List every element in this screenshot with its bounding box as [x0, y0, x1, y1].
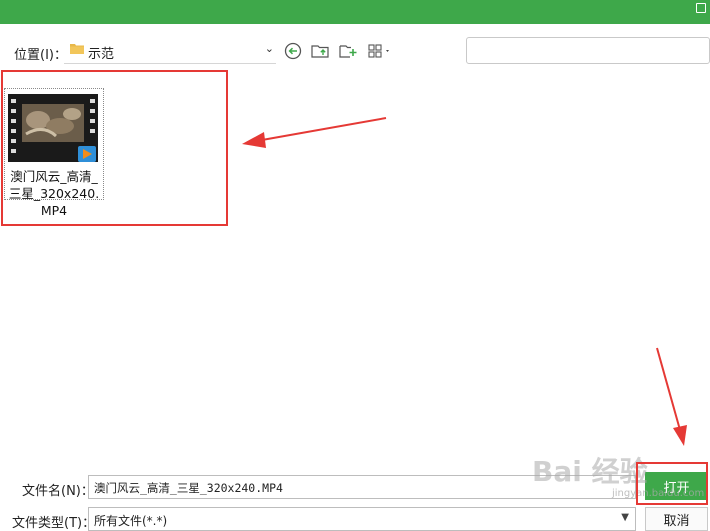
arrow-left-icon [242, 132, 266, 148]
arrow-down-icon [673, 425, 687, 446]
annotation-arrows [242, 117, 687, 446]
